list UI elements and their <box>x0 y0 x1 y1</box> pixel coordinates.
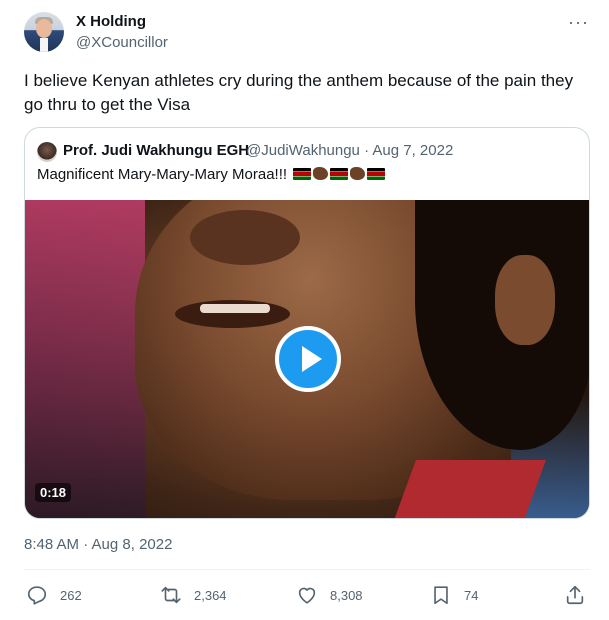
avatar-face <box>36 19 52 38</box>
like-count: 8,308 <box>330 587 363 603</box>
tweet-text: I believe Kenyan athletes cry during the… <box>24 71 574 114</box>
author-avatar[interactable] <box>24 12 64 52</box>
clapping-hands-icon <box>313 167 329 180</box>
avatar-shirt <box>40 38 48 52</box>
athlete-ear <box>495 255 555 345</box>
share-icon <box>566 585 584 605</box>
kenya-flag-icon <box>293 168 312 180</box>
bookmark-icon <box>434 586 448 605</box>
author-display-name[interactable]: X Holding <box>76 13 146 30</box>
quoted-author-handle-date: @JudiWakhungu · Aug 7, 2022 <box>246 142 454 159</box>
quoted-text-content: Magnificent Mary-Mary-Mary Moraa!!! <box>37 166 288 183</box>
tweet-timestamp[interactable]: 8:48 AM · Aug 8, 2022 <box>24 536 172 553</box>
quoted-author-avatar <box>37 142 57 162</box>
bookmark-count: 74 <box>464 587 479 603</box>
share-button[interactable] <box>564 583 586 607</box>
reply-count: 262 <box>60 587 82 603</box>
tweet: X Holding @XCouncillor ··· I believe Ken… <box>0 0 609 620</box>
quoted-tweet[interactable]: Prof. Judi Wakhungu EGH @JudiWakhungu · … <box>24 127 590 519</box>
video-thumbnail[interactable]: 0:18 <box>25 200 589 518</box>
bookmark-button[interactable]: 74 <box>430 583 478 607</box>
divider <box>24 569 590 570</box>
reply-icon <box>27 586 47 605</box>
retweet-button[interactable]: 2,364 <box>160 583 227 607</box>
heart-icon <box>298 587 316 604</box>
quoted-tweet-text: Magnificent Mary-Mary-Mary Moraa!!! <box>37 166 386 183</box>
author-handle[interactable]: @XCouncillor <box>76 34 168 51</box>
kenya-flag-icon <box>367 168 386 180</box>
quoted-author-display-name: Prof. Judi Wakhungu EGH <box>63 142 250 159</box>
video-background-left <box>25 200 145 518</box>
reply-button[interactable]: 262 <box>26 583 82 607</box>
retweet-count: 2,364 <box>194 587 227 603</box>
retweet-icon <box>161 586 181 604</box>
play-button-icon[interactable] <box>275 326 341 392</box>
athlete-nose <box>190 210 300 265</box>
video-duration-badge: 0:18 <box>35 483 72 502</box>
kenya-flag-icon <box>330 168 349 180</box>
more-options-icon[interactable]: ··· <box>568 12 589 33</box>
athlete-collar <box>394 460 546 518</box>
athlete-teeth <box>200 304 270 313</box>
action-bar: 262 2,364 8,308 74 <box>24 583 590 607</box>
clapping-hands-icon <box>350 167 366 180</box>
like-button[interactable]: 8,308 <box>296 583 363 607</box>
